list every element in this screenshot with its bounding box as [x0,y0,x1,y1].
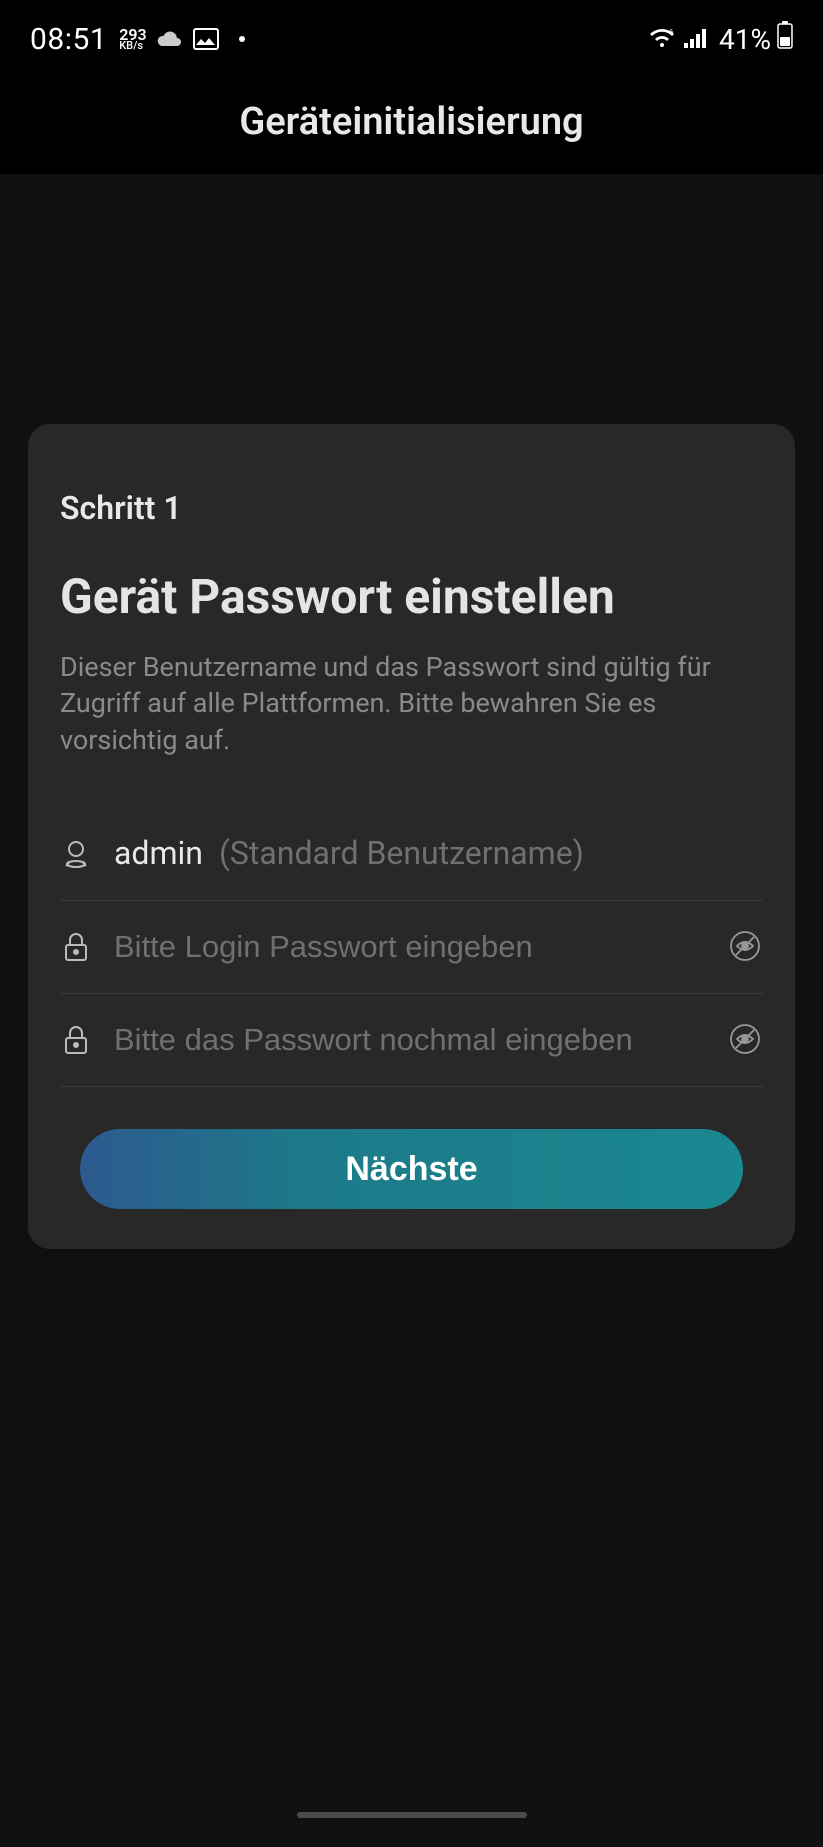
toggle-password-visibility-button[interactable] [727,929,763,965]
status-bar-left: 08:51 293 KB/s [30,22,245,57]
wifi-icon: 6 [647,22,677,57]
page-title: Geräteinitialisierung [0,100,823,144]
username-value: admin [114,834,203,872]
eye-off-icon [729,1023,761,1058]
step-label: Schritt 1 [60,489,763,527]
app-body: Schritt 1 Gerät Passwort einstellen Dies… [0,174,823,1847]
password-input[interactable] [114,929,705,965]
battery-percentage: 41% [719,23,771,56]
home-indicator[interactable] [297,1812,527,1818]
password-field-row [60,901,763,994]
eye-off-icon [729,930,761,965]
user-icon [60,837,92,869]
username-content: admin (Standard Benutzername) [114,834,763,872]
lock-icon [60,1024,92,1056]
cloud-icon [157,29,183,49]
network-speed-indicator: 293 KB/s [119,28,146,51]
username-field-row: admin (Standard Benutzername) [60,806,763,901]
next-button[interactable]: Nächste [80,1129,743,1209]
setup-card: Schritt 1 Gerät Passwort einstellen Dies… [28,424,795,1249]
status-time: 08:51 [30,22,107,57]
notification-dot-icon [239,36,245,42]
app-header: Geräteinitialisierung [0,60,823,174]
gallery-icon [193,28,219,50]
speed-unit: KB/s [119,41,146,50]
status-bar: 08:51 293 KB/s 6 41% [0,0,823,60]
lock-icon [60,931,92,963]
toggle-confirm-password-visibility-button[interactable] [727,1022,763,1058]
confirm-password-input[interactable] [114,1022,705,1058]
signal-icon [683,22,709,57]
confirm-password-field-row [60,994,763,1087]
battery-icon [777,21,793,57]
svg-text:6: 6 [669,28,674,37]
card-title: Gerät Passwort einstellen [60,567,763,627]
username-hint: (Standard Benutzername) [219,834,584,872]
card-description: Dieser Benutzername und das Passwort sin… [60,649,763,758]
status-bar-right: 6 41% [647,21,793,57]
